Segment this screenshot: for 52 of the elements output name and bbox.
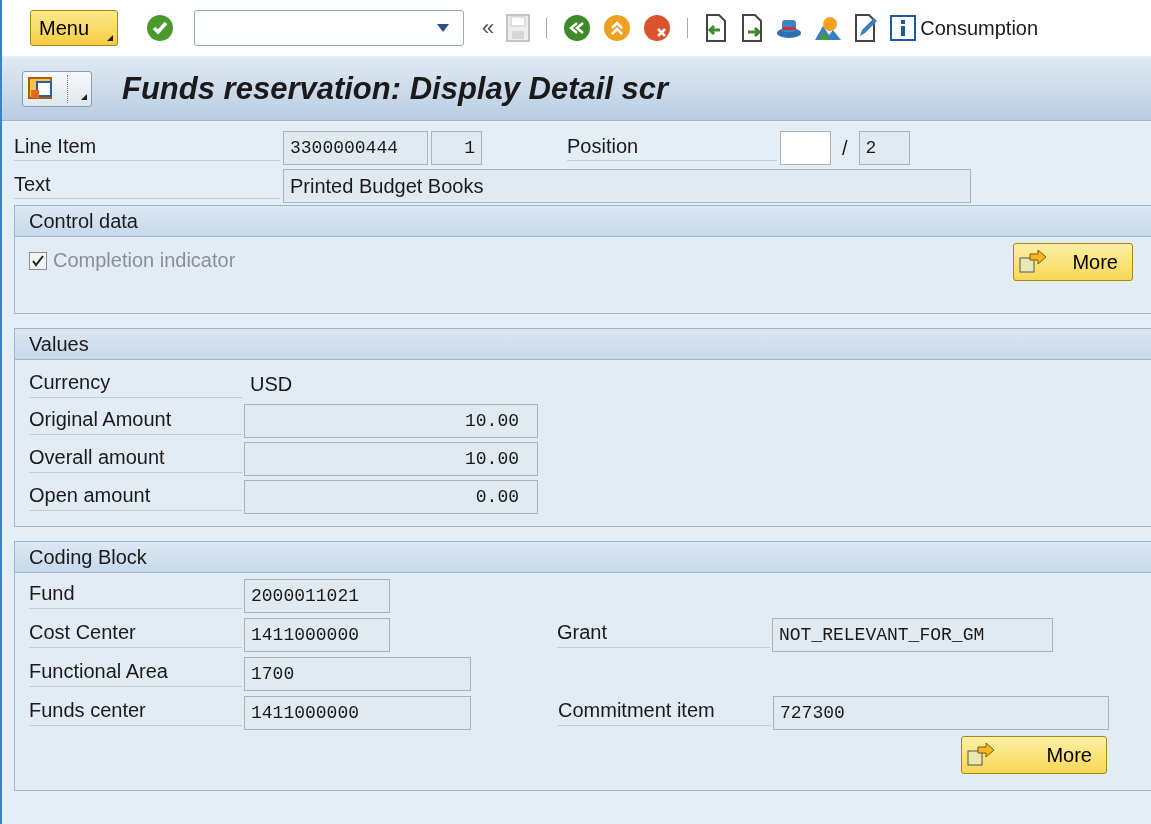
field-label: Original Amount <box>29 407 242 435</box>
screen-menu-button[interactable] <box>22 71 92 107</box>
arrow-icon <box>966 743 996 767</box>
field-label: Functional Area <box>29 660 242 687</box>
more-button[interactable]: More <box>961 736 1107 774</box>
field-label: Overall amount <box>29 445 242 473</box>
screen-title: Funds reservation: Display Detail scr <box>122 71 669 107</box>
mountain-icon[interactable] <box>814 15 843 41</box>
more-button[interactable]: More <box>1013 243 1133 281</box>
section-header: Values <box>15 329 1151 360</box>
document-arrow-icon[interactable] <box>704 14 729 42</box>
field-label: Text <box>14 173 280 199</box>
currency-text: USD <box>249 372 293 396</box>
consumption-button[interactable]: Consumption <box>890 15 1039 41</box>
amount-field: 0.00 <box>244 480 538 514</box>
field-label: Commitment item <box>558 699 771 726</box>
menu-button[interactable]: Menu <box>30 10 118 46</box>
back-icon[interactable] <box>563 14 592 42</box>
field-label: Grant <box>557 621 770 648</box>
amount-field: 10.00 <box>244 404 538 438</box>
field-label: Funds center <box>29 699 242 726</box>
checkmark-icon <box>31 253 45 268</box>
collapse-button[interactable]: « <box>482 15 495 41</box>
field-label: Open amount <box>29 483 242 511</box>
value-field: 727300 <box>773 695 1109 730</box>
position-total-field: 2 <box>858 131 910 165</box>
section-header: Control data <box>15 206 1151 237</box>
position-input[interactable] <box>780 131 831 165</box>
document-number-field: 3300000444 <box>283 131 428 165</box>
edit-document-icon[interactable] <box>854 14 879 42</box>
value-field: 1411000000 <box>244 617 390 652</box>
info-icon <box>890 15 917 41</box>
item-number-field: 1 <box>431 131 482 165</box>
value-field: 1411000000 <box>244 695 471 730</box>
field-label: Line Item <box>14 135 280 161</box>
separator-text: / <box>842 136 848 160</box>
amount-field: 10.00 <box>244 442 538 476</box>
consumption-label: Consumption <box>920 16 1039 40</box>
value-field: 1700 <box>244 656 471 691</box>
cancel-icon[interactable] <box>643 14 672 42</box>
field-label: Fund <box>29 582 242 609</box>
field-label: Cost Center <box>29 621 242 648</box>
arrow-icon <box>1018 250 1048 274</box>
field-label: Position <box>567 135 777 161</box>
check-icon[interactable] <box>146 14 174 42</box>
document-arrow-icon[interactable] <box>740 14 765 42</box>
value-field: 2000011021 <box>244 578 390 613</box>
field-label: Currency <box>29 370 242 398</box>
dropdown-icon[interactable] <box>437 24 449 32</box>
value-field: NOT_RELEVANT_FOR_GM <box>772 617 1053 652</box>
section-header: Coding Block <box>15 542 1151 573</box>
command-field[interactable] <box>194 10 464 46</box>
